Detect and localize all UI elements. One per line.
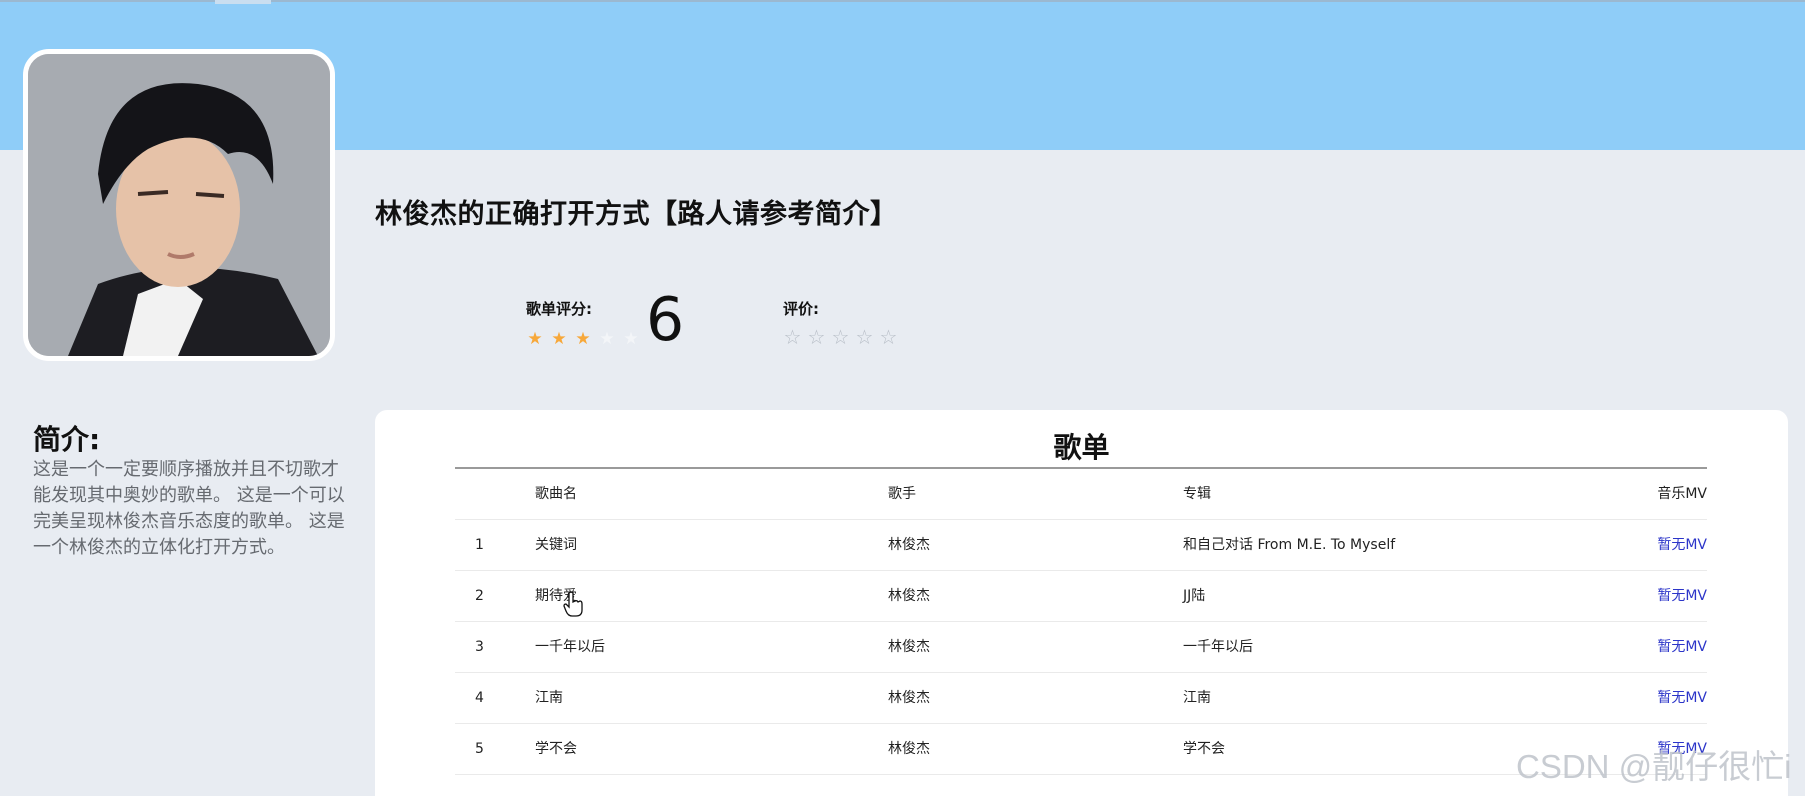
mv-link[interactable]: 暂无MV [1657,622,1707,673]
star-icon: ★ [551,329,567,349]
song-index: 3 [475,639,484,655]
intro-text: 这是一个一定要顺序播放并且不切歌才能发现其中奥妙的歌单。 这是一个可以完美呈现林… [33,459,345,558]
score-stars: ★ ★ ★ ★ ★ [526,330,640,348]
column-header-name: 歌曲名 [535,486,577,502]
song-name[interactable]: 学不会 [535,724,577,775]
playlist-title: 林俊杰的正确打开方式【路人请参考简介】 [375,199,898,230]
mv-link[interactable]: 暂无MV [1657,571,1707,622]
star-outline-icon[interactable]: ☆ [831,327,850,347]
table-header: 歌曲名 歌手 专辑 音乐MV [455,469,1707,520]
column-header-mv: 音乐MV [1657,486,1707,502]
playlist-rating: 歌单评分: ★ ★ ★ ★ ★ [526,298,639,348]
star-outline-icon[interactable]: ☆ [855,327,874,347]
star-icon: ★ [623,329,639,349]
column-header-singer: 歌手 [888,486,916,502]
song-singer: 林俊杰 [888,690,930,706]
user-review: 评价: ☆ ☆ ☆ ☆ ☆ [783,298,897,347]
score-number: 6 [646,285,685,355]
mv-link[interactable]: 暂无MV [1657,673,1707,724]
song-album: 学不会 [1183,741,1225,757]
song-index: 2 [475,588,484,604]
song-singer: 林俊杰 [888,588,930,604]
top-tab-marker [215,0,271,4]
song-list-title: 歌单 [1053,431,1110,464]
song-table: 歌曲名 歌手 专辑 音乐MV 1 关键词 林俊杰 和自己对话 From M.E.… [455,469,1707,775]
song-name[interactable]: 关键词 [535,520,577,571]
star-icon: ★ [575,329,591,349]
portrait-icon [28,54,330,356]
hand-cursor-icon [563,591,583,617]
star-outline-icon[interactable]: ☆ [783,327,802,347]
column-header-album: 专辑 [1183,486,1211,502]
song-album: 和自己对话 From M.E. To Myself [1183,537,1396,553]
table-row[interactable]: 2 期待爱 林俊杰 JJ陆 暂无MV [455,571,1707,622]
intro-heading: 简介: [33,423,101,456]
table-row[interactable]: 3 一千年以后 林俊杰 一千年以后 暂无MV [455,622,1707,673]
song-index: 4 [475,690,484,706]
mv-link[interactable]: 暂无MV [1657,520,1707,571]
song-singer: 林俊杰 [888,537,930,553]
table-row[interactable]: 1 关键词 林俊杰 和自己对话 From M.E. To Myself 暂无MV [455,520,1707,571]
song-name[interactable]: 江南 [535,673,563,724]
song-album: 一千年以后 [1183,639,1253,655]
song-index: 1 [475,537,484,553]
watermark: CSDN @靓仔很忙i [1516,748,1792,785]
star-icon: ★ [599,329,615,349]
song-singer: 林俊杰 [888,639,930,655]
table-row[interactable]: 4 江南 林俊杰 江南 暂无MV [455,673,1707,724]
song-album: JJ陆 [1183,588,1206,604]
song-index: 5 [475,741,484,757]
song-album: 江南 [1183,690,1211,706]
star-outline-icon[interactable]: ☆ [807,327,826,347]
review-label: 评价: [783,300,819,318]
song-singer: 林俊杰 [888,741,930,757]
star-icon: ★ [527,329,543,349]
song-name[interactable]: 一千年以后 [535,622,605,673]
star-outline-icon[interactable]: ☆ [879,327,898,347]
review-stars[interactable]: ☆ ☆ ☆ ☆ ☆ [783,327,898,347]
song-list-card: 歌单 歌曲名 歌手 专辑 音乐MV 1 关键词 林俊杰 和自己对话 From M… [375,410,1788,796]
rating-label: 歌单评分: [526,300,592,318]
playlist-cover-avatar [23,49,335,361]
